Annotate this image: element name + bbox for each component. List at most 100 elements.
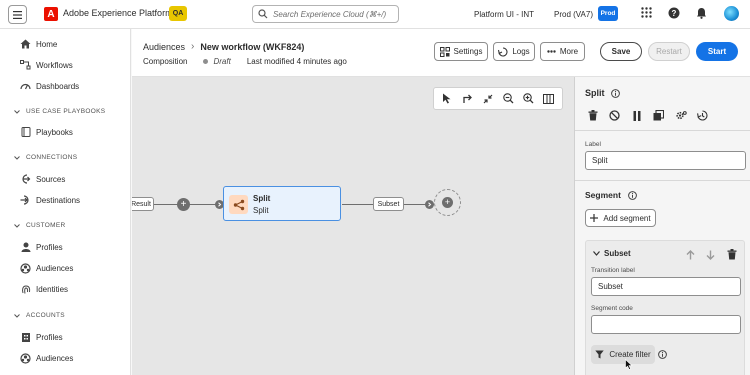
sidebar-item-label: Workflows bbox=[36, 60, 73, 70]
home-icon bbox=[20, 39, 31, 50]
chevron-down-icon bbox=[14, 223, 20, 228]
select-pointer-icon[interactable] bbox=[438, 90, 456, 108]
sandbox-switcher[interactable]: Prod (VA7) bbox=[554, 10, 593, 19]
book-icon bbox=[20, 127, 31, 138]
section-connections[interactable]: CONNECTIONS bbox=[14, 154, 77, 161]
dashboard-icon bbox=[20, 81, 31, 92]
node-title: Split bbox=[253, 194, 271, 203]
segment-header[interactable]: Subset bbox=[593, 249, 631, 258]
gear-icon[interactable] bbox=[673, 108, 688, 123]
sidebar-item-playbooks[interactable]: Playbooks bbox=[20, 125, 73, 139]
info-icon[interactable] bbox=[628, 190, 637, 200]
sidebar-item-home[interactable]: Home bbox=[20, 37, 57, 51]
info-icon[interactable] bbox=[610, 88, 620, 98]
adobe-logo[interactable]: A bbox=[44, 7, 58, 21]
start-button[interactable]: Start bbox=[696, 42, 738, 61]
sidebar-item-label: Identities bbox=[36, 284, 69, 294]
canvas-toolbar bbox=[433, 87, 563, 110]
divider bbox=[575, 130, 750, 131]
info-icon[interactable] bbox=[658, 350, 667, 359]
sidebar-item-label: Audiences bbox=[36, 353, 74, 363]
panel-actions bbox=[585, 108, 710, 123]
breadcrumb: Audiences › New workflow (WKF824) bbox=[143, 41, 304, 52]
pause-icon[interactable] bbox=[629, 108, 644, 123]
add-segment-button[interactable]: Add segment bbox=[585, 209, 656, 227]
divider bbox=[575, 180, 750, 181]
minimap-icon[interactable] bbox=[540, 90, 558, 108]
split-icon bbox=[229, 195, 248, 214]
segment-code-input[interactable] bbox=[591, 315, 741, 334]
grid-icon[interactable] bbox=[641, 7, 652, 18]
delete-icon[interactable] bbox=[585, 108, 600, 123]
search-input[interactable]: Search Experience Cloud (⌘+/) bbox=[252, 5, 399, 23]
search-icon bbox=[258, 9, 268, 19]
sidebar-item-sources[interactable]: Sources bbox=[20, 172, 65, 186]
activity-properties-panel: Split Label Split Segment Add segment Su… bbox=[574, 77, 750, 375]
sidebar-item-audiences[interactable]: Audiences bbox=[20, 261, 73, 275]
breadcrumb-audiences[interactable]: Audiences bbox=[143, 42, 185, 52]
menu-icon[interactable] bbox=[8, 5, 27, 24]
app-name[interactable]: Adobe Experience Platform bbox=[63, 8, 173, 18]
env-badge: QA bbox=[169, 6, 187, 21]
sidebar-item-account-audiences[interactable]: Audiences bbox=[20, 351, 73, 365]
page-title: New workflow (WKF824) bbox=[200, 41, 305, 52]
create-filter-button[interactable]: Create filter bbox=[591, 345, 655, 364]
delete-segment-icon[interactable] bbox=[725, 248, 738, 261]
chevron-down-icon bbox=[14, 109, 20, 114]
sidebar-item-label: Profiles bbox=[36, 242, 63, 252]
sandbox-badge: Prod bbox=[598, 6, 618, 21]
section-title: ACCOUNTS bbox=[26, 312, 65, 319]
add-activity-button[interactable]: + bbox=[442, 197, 453, 208]
section-customer[interactable]: CUSTOMER bbox=[14, 222, 65, 229]
sidebar-item-profiles[interactable]: Profiles bbox=[20, 240, 63, 254]
zoom-in-icon[interactable] bbox=[519, 90, 537, 108]
org-switcher[interactable]: Platform UI - INT bbox=[474, 10, 534, 19]
sidebar-item-destinations[interactable]: Destinations bbox=[20, 193, 80, 207]
sidebar-item-label: Dashboards bbox=[36, 81, 80, 91]
chevron-down-icon bbox=[14, 313, 20, 318]
sidebar-item-label: Destinations bbox=[36, 195, 81, 205]
workflow-canvas[interactable]: Result + Split Split Subset + bbox=[132, 77, 574, 375]
collapse-icon[interactable] bbox=[479, 90, 497, 108]
section-accounts[interactable]: ACCOUNTS bbox=[14, 312, 65, 319]
transition-label-caption: Transition label bbox=[591, 267, 635, 274]
split-activity-node[interactable]: Split Split bbox=[223, 186, 341, 221]
sidebar-item-account-profiles[interactable]: Profiles bbox=[20, 330, 63, 344]
section-use-case-playbooks[interactable]: USE CASE PLAYBOOKS bbox=[14, 108, 105, 115]
mouse-cursor-icon bbox=[625, 359, 633, 370]
avatar[interactable] bbox=[724, 6, 739, 21]
redo-icon[interactable] bbox=[458, 90, 476, 108]
sidebar-item-label: Playbooks bbox=[36, 127, 73, 137]
settings-button[interactable]: Settings bbox=[434, 42, 488, 61]
save-button[interactable]: Save bbox=[600, 42, 642, 61]
transition-label-input[interactable]: Subset bbox=[591, 277, 741, 296]
label-input[interactable]: Split bbox=[585, 151, 746, 170]
transition-result[interactable]: Result bbox=[132, 197, 154, 211]
sidebar-item-workflows[interactable]: Workflows bbox=[20, 58, 73, 72]
building-icon bbox=[20, 332, 31, 343]
add-activity-placeholder[interactable]: + bbox=[434, 189, 461, 216]
breadcrumb-separator: › bbox=[191, 41, 195, 52]
transition-subset[interactable]: Subset bbox=[373, 197, 404, 211]
plus-icon bbox=[590, 214, 599, 222]
add-activity-button[interactable]: + bbox=[177, 198, 190, 211]
arrow-right-icon bbox=[425, 200, 434, 209]
sidebar-item-label: Audiences bbox=[36, 263, 74, 273]
move-down-icon[interactable] bbox=[704, 248, 717, 261]
sidebar-item-identities[interactable]: Identities bbox=[20, 282, 68, 296]
chevron-down-icon bbox=[593, 251, 600, 256]
logs-button[interactable]: Logs bbox=[493, 42, 535, 61]
zoom-out-icon[interactable] bbox=[499, 90, 517, 108]
help-icon[interactable]: ? bbox=[668, 7, 680, 19]
sidebar-item-dashboards[interactable]: Dashboards bbox=[20, 79, 79, 93]
status-text: Draft bbox=[213, 57, 231, 66]
person-icon bbox=[20, 242, 31, 253]
disable-icon[interactable] bbox=[607, 108, 622, 123]
copy-icon[interactable] bbox=[651, 108, 666, 123]
more-button[interactable]: More bbox=[540, 42, 585, 61]
bell-icon[interactable] bbox=[696, 7, 707, 19]
restart-button[interactable]: Restart bbox=[648, 42, 690, 61]
history-icon[interactable] bbox=[695, 108, 710, 123]
panel-title: Split bbox=[585, 88, 620, 98]
move-up-icon[interactable] bbox=[684, 248, 697, 261]
